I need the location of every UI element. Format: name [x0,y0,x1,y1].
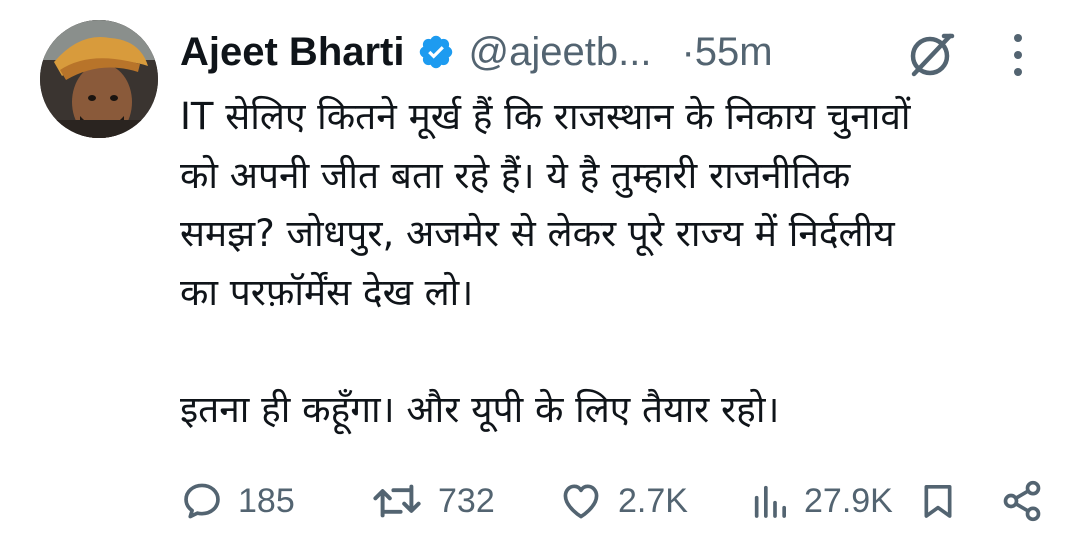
author-handle[interactable]: @ajeetb... [469,30,652,75]
tweet-text-line: को अपनी जीत बता रहे हैं। ये है तुम्हारी … [180,153,851,197]
bookmark-icon [924,485,952,518]
retweet-count: 732 [438,481,495,520]
tweet-card[interactable]: Ajeet Bharti @ajeetb... ·55m IT सेलिए कि… [0,0,1080,555]
share-icon [1003,480,1041,522]
timestamp-separator: · [681,29,695,74]
author-display-name[interactable]: Ajeet Bharti [180,30,405,75]
views-bar-chart-icon [754,485,786,518]
tweet-text-line: समझ? जोधपुर, अजमेर से लेकर पूरे राज्य मे… [180,212,895,255]
tweet-header: Ajeet Bharti @ajeetb... ·55m [180,22,773,82]
like-count: 2.7K [618,481,688,520]
share-button[interactable] [1000,476,1044,526]
tweet-text-line: इतना ही कहूँगा। और यूपी के लिए तैयार रहो… [180,387,780,431]
reply-count: 185 [238,481,295,520]
heart-icon [563,484,599,519]
tweet-text-line: का परफ़ॉर्मेंस देख लो। [180,270,474,314]
reply-icon [184,483,220,519]
retweet-icon [373,484,421,518]
tweet-actions-bar: 185 732 2.7K 27.9K [180,476,1050,526]
retweet-button[interactable]: 732 [370,476,495,526]
timestamp[interactable]: ·55m [681,30,772,75]
more-vertical-icon[interactable] [1008,30,1028,80]
tweet-text: IT सेलिए कितने मूर्ख हैं कि राजस्थान के … [180,88,1060,439]
avatar[interactable] [40,20,158,138]
views-count: 27.9K [804,481,893,520]
reply-button[interactable]: 185 [180,476,295,526]
views-button[interactable]: 27.9K [750,476,893,526]
like-button[interactable]: 2.7K [558,476,688,526]
bookmark-button[interactable] [918,476,958,526]
timestamp-value: 55m [694,29,773,74]
verified-badge-icon [417,33,455,71]
grok-icon[interactable] [906,28,958,80]
avatar-image [40,20,158,138]
tweet-text-line: IT सेलिए कितने मूर्ख हैं कि राजस्थान के … [180,95,911,138]
